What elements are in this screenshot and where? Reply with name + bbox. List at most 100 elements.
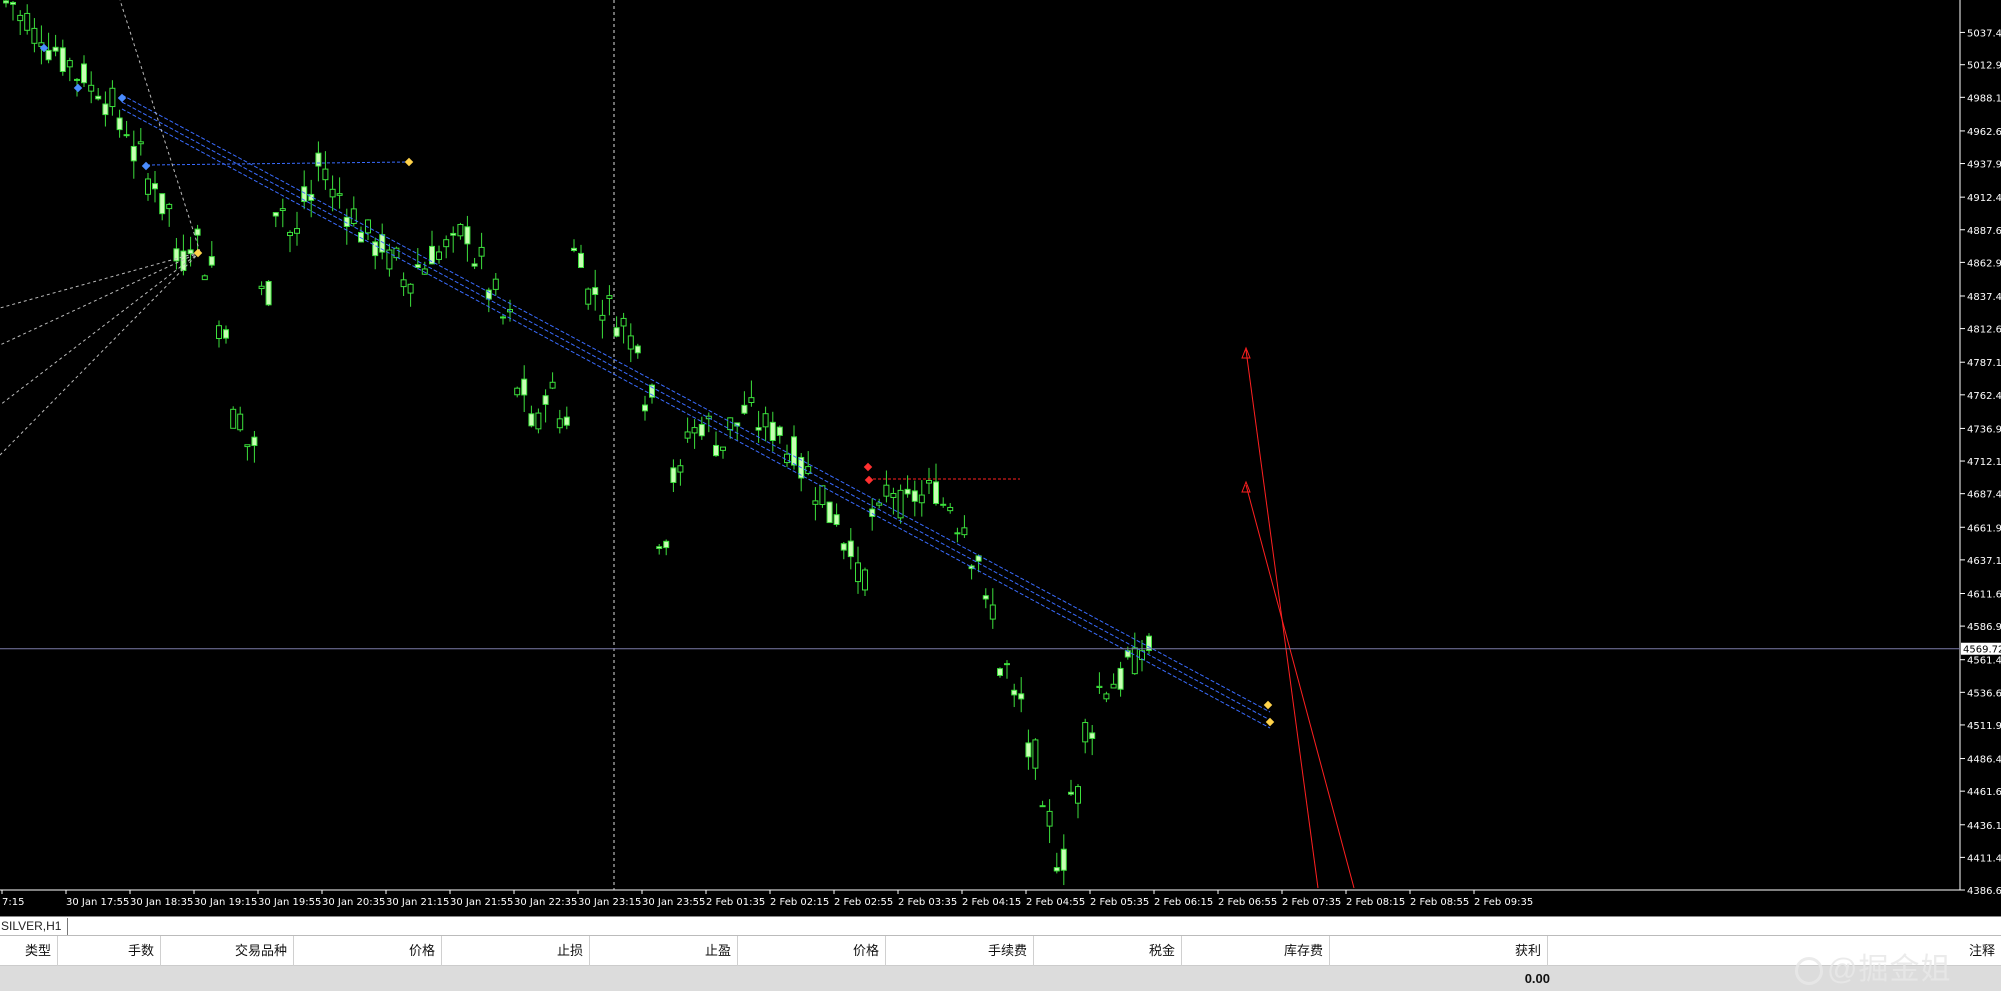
fan-line: [0, 251, 201, 406]
bear-candle: [819, 485, 826, 506]
column-header-take-profit[interactable]: 止盈: [590, 936, 738, 966]
price-tick-label: 4736.90: [1967, 424, 2001, 435]
bull-candle: [1004, 663, 1010, 666]
trade-marker-icon: [117, 93, 127, 103]
bear-candle: [294, 228, 300, 234]
trend-channel-line: [121, 94, 1271, 713]
column-header-price[interactable]: 价格: [738, 936, 886, 966]
bear-candle: [890, 492, 897, 498]
bull-candle: [81, 63, 87, 84]
bull-candle: [450, 232, 457, 236]
bear-candle: [24, 12, 31, 31]
time-tick-label: 2 Feb 06:15: [1154, 897, 1213, 908]
time-tick-label: 30 Jan 18:35: [130, 897, 193, 908]
chart-canvas[interactable]: 5037.40 5012.90 4988.15 4962.65 4937.90 4912.…: [0, 0, 2001, 918]
bull-candle: [500, 316, 506, 319]
watermark-text: @掘金姐: [1827, 953, 1952, 986]
bear-candle: [258, 285, 265, 290]
bull-candle: [713, 444, 719, 457]
trade-marker-icon: [863, 462, 873, 472]
bear-candle: [606, 295, 613, 299]
bear-candle: [436, 251, 442, 260]
bull-candle: [130, 145, 137, 162]
time-tick-label: 30 Jan 20:35: [322, 897, 385, 908]
price-tick-label: 4661.90: [1967, 523, 2001, 534]
price-tick-label: 4461.65: [1967, 787, 2001, 798]
watermark-logo-icon: [1795, 957, 1823, 986]
bull-candle: [833, 514, 840, 526]
bull-candle: [698, 423, 705, 437]
column-header-lots[interactable]: 手数: [58, 936, 161, 966]
bear-candle: [1032, 739, 1039, 769]
bear-candle: [855, 562, 861, 583]
bear-candle: [627, 335, 634, 350]
price-tick-label: 4536.65: [1967, 688, 2001, 699]
bear-candle: [1046, 810, 1053, 827]
bear-candle: [145, 178, 151, 195]
bear-candle: [1096, 685, 1103, 688]
bear-candle: [443, 239, 450, 248]
time-tick-label: 2 Feb 04:55: [1026, 897, 1085, 908]
bear-candle: [989, 604, 996, 620]
bear-candle: [74, 78, 80, 81]
bull-candle: [95, 95, 102, 100]
trade-marker-icon: [1265, 717, 1275, 727]
price-tick-label: 4436.15: [1967, 821, 2001, 832]
bull-candle: [1018, 693, 1025, 700]
bull-candle: [52, 46, 59, 52]
bull-candle: [613, 327, 620, 337]
symbol-tab[interactable]: SILVER,H1: [0, 918, 69, 935]
bull-candle: [372, 241, 379, 257]
price-tick-label: 4862.90: [1967, 258, 2001, 269]
bull-candle: [663, 540, 670, 549]
time-tick-label: 2 Feb 09:35: [1474, 897, 1533, 908]
time-tick-label: 2 Feb 08:55: [1410, 897, 1469, 908]
fan-line: [119, 0, 201, 253]
time-tick-label: 30 Jan 19:55: [258, 897, 321, 908]
price-tick-label: 4962.65: [1967, 127, 2001, 138]
fan-line: [0, 251, 201, 456]
column-header-type[interactable]: 类型: [0, 936, 58, 966]
bull-candle: [776, 426, 783, 436]
column-header-profit[interactable]: 获利: [1330, 936, 1548, 966]
bull-candle: [10, 1, 16, 5]
price-tick-label: 4812.65: [1967, 325, 2001, 336]
bull-candle: [471, 263, 478, 267]
bear-candle: [287, 231, 293, 237]
bull-candle: [982, 595, 989, 600]
bear-candle: [599, 314, 606, 321]
bear-candle: [322, 168, 329, 181]
column-header-swap[interactable]: 库存费: [1182, 936, 1330, 966]
price-tick-label: 4611.65: [1967, 589, 2001, 600]
bear-candle: [31, 27, 38, 44]
price-tick-label: 5012.90: [1967, 61, 2001, 72]
bear-candle: [109, 87, 116, 108]
terminal-summary-row: 0.00: [0, 966, 2001, 991]
bear-candle: [812, 500, 819, 505]
time-tick-label: 30 Jan 23:15: [578, 897, 641, 908]
bull-candle: [45, 49, 52, 61]
bear-candle: [677, 465, 684, 473]
bear-candle: [585, 288, 592, 305]
trade-marker-icon: [864, 475, 874, 485]
column-header-symbol[interactable]: 交易品种: [161, 936, 294, 966]
column-header-stop-loss[interactable]: 止损: [442, 936, 590, 966]
bull-candle: [265, 281, 272, 306]
column-header-commission[interactable]: 手续费: [886, 936, 1034, 966]
time-tick-label: 2 Feb 04:15: [962, 897, 1021, 908]
bull-candle: [592, 287, 599, 296]
bear-candle: [720, 446, 726, 451]
time-tick-label: 7:15: [2, 897, 24, 908]
column-header-taxes[interactable]: 税金: [1034, 936, 1182, 966]
bear-candle: [336, 193, 343, 196]
bull-candle: [1068, 791, 1074, 795]
bull-candle: [954, 532, 961, 535]
bull-candle: [791, 436, 797, 466]
bear-candle: [940, 503, 947, 506]
bear-candle: [230, 408, 237, 429]
column-header-open-price[interactable]: 价格: [294, 936, 442, 966]
bear-candle: [88, 84, 95, 92]
price-chart[interactable]: 5037.40 5012.90 4988.15 4962.65 4937.90 4912.…: [0, 0, 2001, 918]
bear-candle: [1131, 647, 1138, 675]
terminal-header: 类型 手数 交易品种 价格 止损 止盈 价格 手续费 税金 库存费 获利 注释: [0, 936, 2001, 966]
